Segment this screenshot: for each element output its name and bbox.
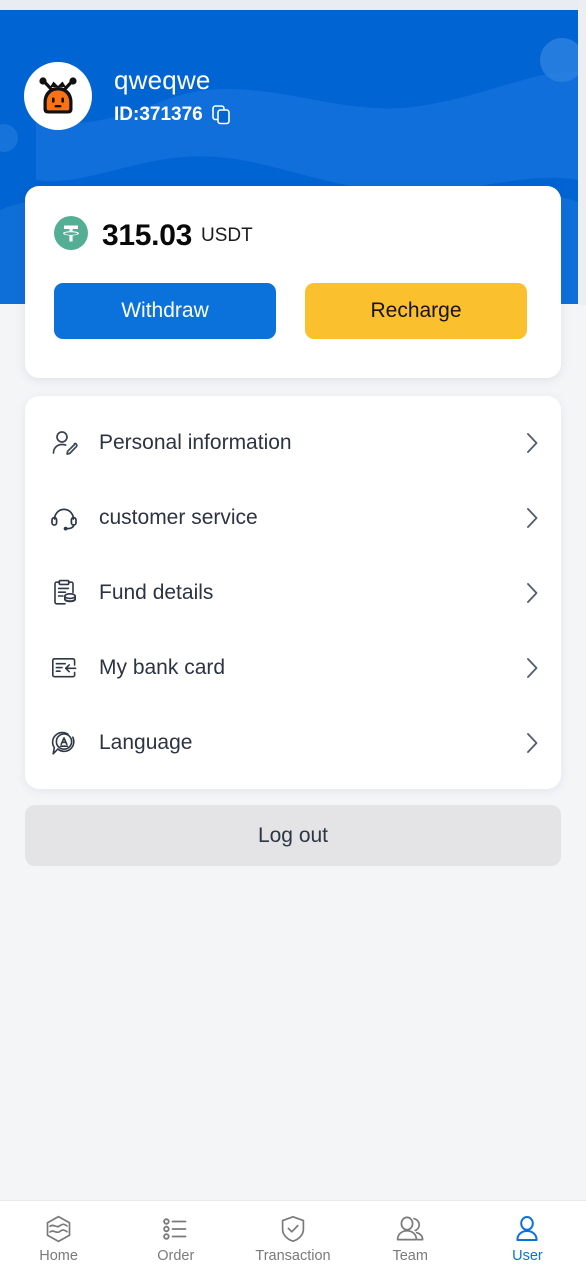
menu-item-language[interactable]: Language (47, 705, 539, 780)
user-edit-icon (47, 426, 81, 460)
menu-item-my-bank-card[interactable]: My bank card (47, 630, 539, 705)
nav-item-label: Team (392, 1248, 428, 1264)
right-edge-strip (578, 0, 586, 305)
clipboard-coins-icon (47, 576, 81, 610)
menu-item-label: Language (99, 730, 193, 754)
shield-check-icon (280, 1215, 306, 1243)
people-team-icon (395, 1215, 425, 1243)
menu-item-label: Fund details (99, 580, 214, 604)
nav-item-label: Order (157, 1248, 195, 1264)
recharge-button[interactable]: Recharge (305, 283, 527, 339)
menu-card: Personal information customer service Fu… (25, 396, 561, 789)
menu-item-label: My bank card (99, 655, 226, 679)
chevron-right-icon (526, 582, 539, 604)
nav-item-order[interactable]: Order (117, 1215, 234, 1264)
balance-actions: Withdraw Recharge (54, 283, 532, 339)
usdt-tether-icon (54, 216, 88, 255)
username: qweqwe (114, 65, 211, 96)
menu-item-fund-details[interactable]: Fund details (47, 555, 539, 630)
user-meta: qweqwe ID:371376 (114, 65, 231, 126)
status-bar-strip (0, 0, 586, 10)
balance-row: 315.03 USDT (54, 216, 532, 255)
menu-item-label: Personal information (99, 430, 292, 454)
nav-item-team[interactable]: Team (352, 1215, 469, 1264)
menu-item-personal-information[interactable]: Personal information (47, 405, 539, 480)
nav-item-transaction[interactable]: Transaction (234, 1215, 351, 1264)
withdraw-button[interactable]: Withdraw (54, 283, 276, 339)
user-identity-block: qweqwe ID:371376 (24, 62, 231, 130)
user-person-icon (514, 1215, 540, 1243)
nav-item-label: Home (39, 1248, 78, 1264)
profile-screen: qweqwe ID:371376 315.03 USDT Withdraw Re… (0, 0, 586, 1278)
chevron-right-icon (526, 732, 539, 754)
nav-item-user[interactable]: User (469, 1215, 586, 1264)
logout-button[interactable]: Log out (25, 805, 561, 866)
chevron-right-icon (526, 432, 539, 454)
balance-card: 315.03 USDT Withdraw Recharge (25, 186, 561, 378)
headset-icon (47, 501, 81, 535)
chevron-right-icon (526, 657, 539, 679)
balance-amount: 315.03 (102, 218, 192, 252)
user-id-label: ID:371376 (114, 103, 203, 125)
language-bubble-icon (47, 726, 81, 760)
avatar[interactable] (24, 62, 92, 130)
copy-icon[interactable] (211, 105, 231, 125)
nav-item-label: Transaction (255, 1248, 331, 1264)
nav-item-home[interactable]: Home (0, 1215, 117, 1264)
robot-avatar-icon (39, 77, 77, 114)
hexagon-home-icon (45, 1215, 72, 1243)
list-order-icon (162, 1215, 189, 1243)
bank-card-icon (47, 651, 81, 685)
nav-item-label: User (512, 1248, 543, 1264)
bottom-navigation: Home Order Transaction Team User (0, 1200, 586, 1278)
chevron-right-icon (526, 507, 539, 529)
balance-unit: USDT (200, 224, 253, 246)
menu-item-customer-service[interactable]: customer service (47, 480, 539, 555)
user-id-row[interactable]: ID:371376 (114, 104, 231, 126)
menu-item-label: customer service (99, 505, 258, 529)
